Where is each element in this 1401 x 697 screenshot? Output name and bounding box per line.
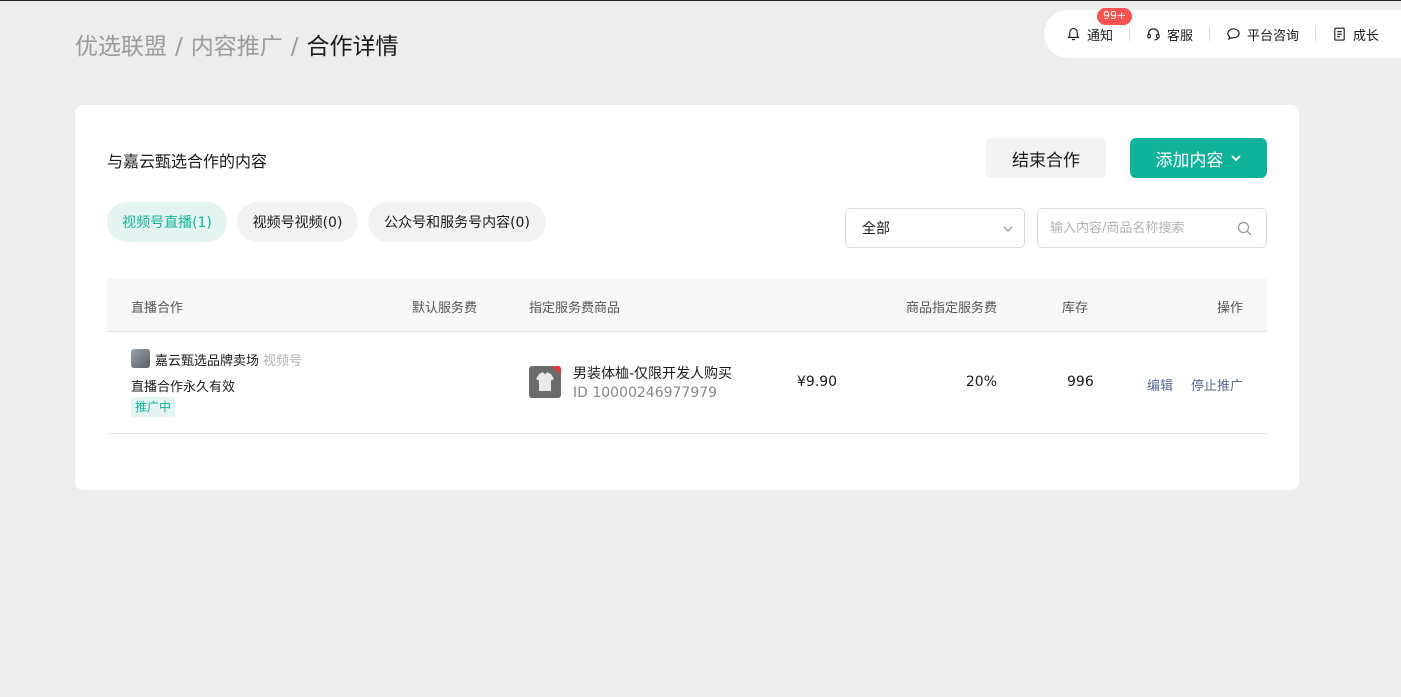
search-input[interactable] bbox=[1038, 220, 1228, 236]
toolbar-divider bbox=[1129, 27, 1131, 41]
column-header-coop: 直播合作 bbox=[131, 301, 184, 316]
status-filter-value: 全部 bbox=[862, 221, 890, 237]
product-price: ¥9.90 bbox=[797, 374, 838, 390]
tab-official-accounts[interactable]: 公众号和服务号内容(0) bbox=[368, 202, 546, 242]
chevron-down-icon bbox=[1230, 155, 1241, 162]
notify-button[interactable]: 通知 99+ bbox=[1066, 7, 1133, 44]
account-name: 嘉云甄选品牌卖场 视频号 bbox=[155, 350, 302, 369]
consult-label: 平台咨询 bbox=[1247, 28, 1300, 44]
product-corner-mark bbox=[552, 366, 561, 375]
tab-channels-live[interactable]: 视频号直播(1) bbox=[107, 202, 227, 242]
card-title: 与嘉云甄选合作的内容 bbox=[107, 152, 268, 171]
column-header-action: 操作 bbox=[1216, 301, 1243, 316]
breadcrumb-item-alliance[interactable]: 优选联盟 bbox=[75, 34, 167, 60]
account-type: 视频号 bbox=[263, 354, 303, 369]
service-label: 客服 bbox=[1167, 28, 1194, 44]
breadcrumb-separator: / bbox=[175, 34, 183, 60]
end-cooperation-button[interactable]: 结束合作 bbox=[986, 138, 1106, 178]
stop-promotion-link[interactable]: 停止推广 bbox=[1191, 375, 1243, 394]
column-header-product: 指定服务费商品 bbox=[529, 301, 621, 316]
status-filter-select[interactable]: 全部 bbox=[845, 208, 1025, 248]
growth-button[interactable]: 成长 bbox=[1332, 25, 1379, 44]
product-name: 男装体桖-仅限开发人购买 bbox=[573, 366, 733, 382]
bell-icon bbox=[1067, 27, 1080, 41]
avatar bbox=[131, 349, 150, 368]
cooperation-card: 与嘉云甄选合作的内容 结束合作 添加内容 视频号直播(1) 视频号视频(0) 公… bbox=[75, 105, 1299, 490]
chevron-down-icon bbox=[1003, 226, 1013, 232]
search-icon[interactable] bbox=[1237, 221, 1252, 236]
toolbar-divider bbox=[1209, 27, 1211, 41]
status-badge: 推广中 bbox=[131, 397, 176, 417]
column-header-default-fee: 默认服务费 bbox=[412, 301, 478, 316]
account-name-text: 嘉云甄选品牌卖场 bbox=[155, 354, 260, 369]
breadcrumb-item-content-promo[interactable]: 内容推广 bbox=[191, 34, 283, 60]
add-content-button[interactable]: 添加内容 bbox=[1130, 138, 1267, 178]
service-button[interactable]: 客服 bbox=[1146, 25, 1193, 44]
table-row: 嘉云甄选品牌卖场 视频号 直播合作永久有效 推广中 男装体桖-仅限开发人购买 ID… bbox=[107, 332, 1267, 434]
page-title: 合作详情 bbox=[306, 34, 399, 60]
edit-link[interactable]: 编辑 bbox=[1147, 375, 1173, 394]
product-fee-rate: 20% bbox=[965, 374, 997, 390]
add-content-label: 添加内容 bbox=[1155, 150, 1224, 171]
product-id: ID 10000246977979 bbox=[573, 385, 718, 401]
chat-bubble-icon bbox=[1227, 28, 1240, 41]
document-icon bbox=[1334, 27, 1345, 41]
top-toolbar: 通知 99+ 客服 平台咨询 成长 bbox=[1044, 7, 1401, 58]
notify-badge: 99+ bbox=[1097, 7, 1133, 25]
headset-icon bbox=[1147, 28, 1160, 41]
product-thumbnail bbox=[529, 366, 561, 398]
table-header: 直播合作 默认服务费 指定服务费商品 商品指定服务费 库存 操作 bbox=[107, 278, 1267, 332]
cooperation-description: 直播合作永久有效 bbox=[131, 380, 236, 395]
breadcrumb-separator: / bbox=[290, 34, 299, 60]
search-box bbox=[1037, 208, 1267, 248]
product-stock: 996 bbox=[1067, 374, 1094, 390]
column-header-product-fee: 商品指定服务费 bbox=[905, 301, 997, 316]
notify-label: 通知 bbox=[1087, 28, 1114, 44]
column-header-stock: 库存 bbox=[1062, 301, 1089, 316]
growth-label: 成长 bbox=[1353, 28, 1380, 44]
toolbar-divider bbox=[1315, 27, 1317, 41]
consult-button[interactable]: 平台咨询 bbox=[1226, 25, 1299, 44]
tab-channels-video[interactable]: 视频号视频(0) bbox=[237, 202, 358, 242]
breadcrumb: 优选联盟 / 内容推广 / 合作详情 bbox=[75, 31, 399, 63]
